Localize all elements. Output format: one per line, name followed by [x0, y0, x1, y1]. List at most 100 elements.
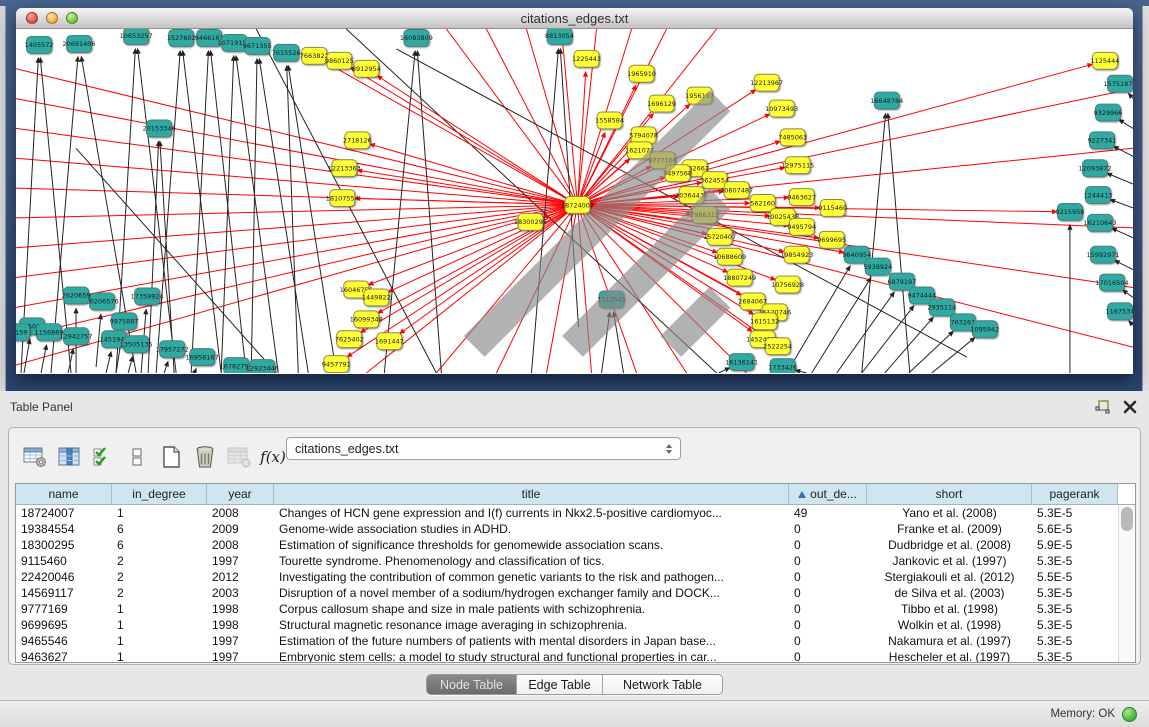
- vertical-scrollbar[interactable]: [1118, 505, 1135, 662]
- cell-name[interactable]: 14569117: [16, 585, 112, 601]
- function-builder-button[interactable]: f(x): [259, 443, 287, 471]
- cell-name[interactable]: 9699695: [16, 617, 112, 633]
- cell-name[interactable]: 19384554: [16, 521, 112, 537]
- row-height-button[interactable]: [123, 443, 151, 471]
- cell-year[interactable]: 1997: [207, 553, 274, 569]
- cell-pagerank[interactable]: 5.6E-5: [1032, 521, 1118, 537]
- cell-name[interactable]: 18300295: [16, 537, 112, 553]
- cell-title[interactable]: Structural magnetic resonance image aver…: [274, 617, 789, 633]
- column-header-year[interactable]: year: [207, 484, 274, 504]
- cell-in_degree[interactable]: 6: [112, 537, 207, 553]
- cell-year[interactable]: 1997: [207, 649, 274, 662]
- cell-title[interactable]: Corpus callosum shape and size in male p…: [274, 601, 789, 617]
- cell-out_de[interactable]: 0: [789, 617, 867, 633]
- cell-pagerank[interactable]: 5.5E-5: [1032, 569, 1118, 585]
- trash-button[interactable]: [191, 443, 219, 471]
- cell-pagerank[interactable]: 5.3E-5: [1032, 553, 1118, 569]
- cell-year[interactable]: 2003: [207, 585, 274, 601]
- cell-year[interactable]: 2008: [207, 537, 274, 553]
- cell-pagerank[interactable]: 5.3E-5: [1032, 617, 1118, 633]
- resize-grip-icon[interactable]: [16, 29, 1131, 371]
- column-header-out_de[interactable]: out_de...: [789, 484, 867, 504]
- window-titlebar[interactable]: citations_edges.txt: [16, 8, 1133, 29]
- table-settings-button[interactable]: [21, 443, 49, 471]
- select-columns-button[interactable]: [55, 443, 83, 471]
- cell-out_de[interactable]: 0: [789, 585, 867, 601]
- cell-in_degree[interactable]: 1: [112, 505, 207, 521]
- cell-in_degree[interactable]: 1: [112, 649, 207, 662]
- cell-pagerank[interactable]: 5.3E-5: [1032, 633, 1118, 649]
- table-row[interactable]: 2242004622012Investigating the contribut…: [16, 569, 1118, 585]
- cell-short[interactable]: Jankovic et al. (1997): [867, 553, 1032, 569]
- cell-title[interactable]: Tourette syndrome. Phenomenology and cla…: [274, 553, 789, 569]
- column-header-name[interactable]: name: [16, 484, 112, 504]
- table-row[interactable]: 1938455462009Genome-wide association stu…: [16, 521, 1118, 537]
- cell-year[interactable]: 2008: [207, 505, 274, 521]
- cell-year[interactable]: 1998: [207, 601, 274, 617]
- cell-title[interactable]: Embryonic stem cells: a model to study s…: [274, 649, 789, 662]
- cell-title[interactable]: Estimation of the future numbers of pati…: [274, 633, 789, 649]
- column-header-in_degree[interactable]: in_degree: [112, 484, 207, 504]
- cell-out_de[interactable]: 0: [789, 633, 867, 649]
- cell-title[interactable]: Disruption of a novel member of a sodium…: [274, 585, 789, 601]
- table-row[interactable]: 911546021997Tourette syndrome. Phenomeno…: [16, 553, 1118, 569]
- cell-name[interactable]: 22420046: [16, 569, 112, 585]
- cell-name[interactable]: 9115460: [16, 553, 112, 569]
- cell-pagerank[interactable]: 5.3E-5: [1032, 649, 1118, 662]
- cell-short[interactable]: Hescheler et al. (1997): [867, 649, 1032, 662]
- cell-pagerank[interactable]: 5.3E-5: [1032, 585, 1118, 601]
- column-header-short[interactable]: short: [867, 484, 1032, 504]
- cell-out_de[interactable]: 49: [789, 505, 867, 521]
- cell-year[interactable]: 1998: [207, 617, 274, 633]
- table-row[interactable]: 1872400712008Changes of HCN gene express…: [16, 505, 1118, 521]
- scrollbar-thumb[interactable]: [1121, 507, 1133, 531]
- tab-node-table[interactable]: Node Table: [427, 675, 517, 694]
- cell-name[interactable]: 9465546: [16, 633, 112, 649]
- cell-short[interactable]: Yano et al. (2008): [867, 505, 1032, 521]
- cell-short[interactable]: Tibbo et al. (1998): [867, 601, 1032, 617]
- cell-year[interactable]: 1997: [207, 633, 274, 649]
- cell-in_degree[interactable]: 1: [112, 601, 207, 617]
- close-panel-icon[interactable]: [1121, 399, 1139, 415]
- cell-name[interactable]: 9463627: [16, 649, 112, 662]
- table-row[interactable]: 1456911722003Disruption of a novel membe…: [16, 585, 1118, 601]
- cell-short[interactable]: Nakamura et al. (1997): [867, 633, 1032, 649]
- cell-short[interactable]: Stergiakouli et al. (2012): [867, 569, 1032, 585]
- cell-title[interactable]: Changes of HCN gene expression and I(f) …: [274, 505, 789, 521]
- tab-edge-table[interactable]: Edge Table: [517, 675, 603, 694]
- table-row[interactable]: 946554611997Estimation of the future num…: [16, 633, 1118, 649]
- cell-out_de[interactable]: 0: [789, 569, 867, 585]
- table-row[interactable]: 969969511998Structural magnetic resonanc…: [16, 617, 1118, 633]
- new-document-button[interactable]: [157, 443, 185, 471]
- cell-title[interactable]: Estimation of significance thresholds fo…: [274, 537, 789, 553]
- cell-in_degree[interactable]: 1: [112, 617, 207, 633]
- table-row[interactable]: 1830029562008Estimation of significance …: [16, 537, 1118, 553]
- table-row[interactable]: 946362711997Embryonic stem cells: a mode…: [16, 649, 1118, 662]
- cell-year[interactable]: 2012: [207, 569, 274, 585]
- cell-year[interactable]: 2009: [207, 521, 274, 537]
- cell-in_degree[interactable]: 1: [112, 633, 207, 649]
- cell-out_de[interactable]: 0: [789, 601, 867, 617]
- column-header-pagerank[interactable]: pagerank: [1032, 484, 1118, 504]
- cell-out_de[interactable]: 0: [789, 553, 867, 569]
- cell-pagerank[interactable]: 5.9E-5: [1032, 537, 1118, 553]
- cell-in_degree[interactable]: 6: [112, 521, 207, 537]
- column-header-title[interactable]: title: [274, 484, 789, 504]
- network-canvas[interactable]: 1872400776638229860125891295427181261221…: [16, 29, 1133, 373]
- cell-in_degree[interactable]: 2: [112, 569, 207, 585]
- memory-status-icon[interactable]: [1122, 707, 1137, 722]
- cell-name[interactable]: 18724007: [16, 505, 112, 521]
- cell-in_degree[interactable]: 2: [112, 585, 207, 601]
- cell-title[interactable]: Investigating the contribution of common…: [274, 569, 789, 585]
- table-source-dropdown[interactable]: citations_edges.txt: [286, 437, 681, 460]
- table-row[interactable]: 977716911998Corpus callosum shape and si…: [16, 601, 1118, 617]
- cell-title[interactable]: Genome-wide association studies in ADHD.: [274, 521, 789, 537]
- cell-pagerank[interactable]: 5.3E-5: [1032, 505, 1118, 521]
- tab-network-table[interactable]: Network Table: [603, 675, 722, 694]
- cell-name[interactable]: 9777169: [16, 601, 112, 617]
- cell-short[interactable]: de Silva et al. (2003): [867, 585, 1032, 601]
- cell-short[interactable]: Dudbridge et al. (2008): [867, 537, 1032, 553]
- float-panel-icon[interactable]: [1094, 399, 1112, 415]
- cell-out_de[interactable]: 0: [789, 537, 867, 553]
- cell-out_de[interactable]: 0: [789, 521, 867, 537]
